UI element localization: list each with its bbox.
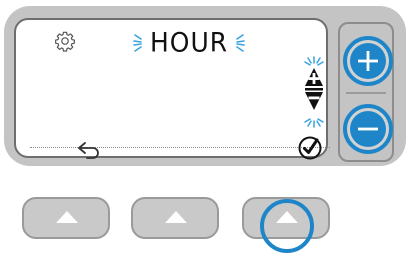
mode-text: HOUR <box>150 27 229 58</box>
screen-divider <box>30 147 330 148</box>
gear-icon <box>55 31 75 52</box>
soft-button-left[interactable] <box>22 197 110 239</box>
up-triangle-icon <box>56 211 78 223</box>
back-arrow-icon <box>78 142 99 159</box>
up-down-indicator-icon <box>304 56 324 128</box>
blink-left-icon <box>133 34 142 52</box>
plus-button[interactable] <box>343 36 393 86</box>
blink-right-icon <box>236 34 245 52</box>
mode-display: HOUR <box>132 27 246 58</box>
panel-divider <box>346 92 386 94</box>
minus-icon <box>350 111 386 147</box>
up-triangle-icon <box>165 211 187 223</box>
plus-icon <box>350 43 386 79</box>
highlight-ring <box>260 199 314 253</box>
soft-button-middle[interactable] <box>131 197 219 239</box>
checkmark-icon <box>298 136 322 160</box>
minus-button[interactable] <box>343 104 393 154</box>
